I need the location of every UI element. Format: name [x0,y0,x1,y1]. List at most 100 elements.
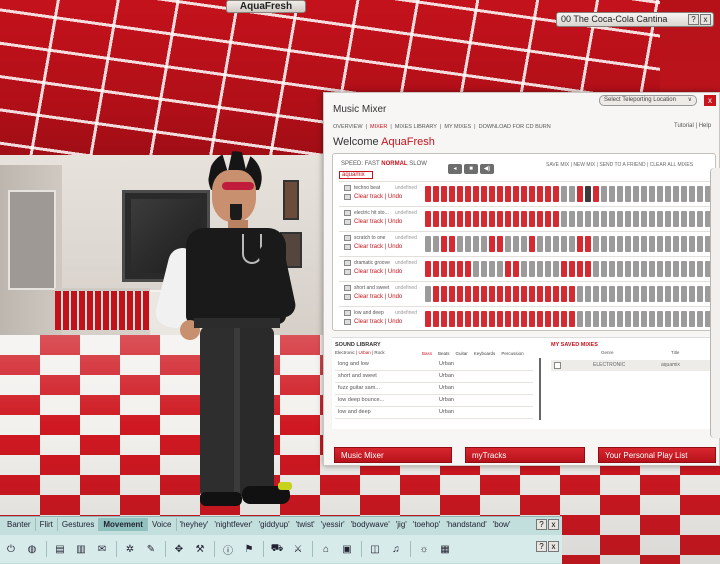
beat-cell[interactable] [537,261,543,277]
undo-link[interactable]: Undo [388,294,402,300]
speech-icon[interactable]: ◫ [368,542,382,556]
beat-cell[interactable] [641,261,647,277]
beat-cell[interactable] [641,236,647,252]
track-delete-icon[interactable] [344,269,351,275]
beat-cell[interactable] [673,311,679,327]
home-icon[interactable]: ⌂ [319,542,333,556]
beat-cell[interactable] [665,211,671,227]
nav-link[interactable]: MY MIXES [444,124,471,130]
icons-close-button[interactable]: x [548,541,559,552]
rewind-icon[interactable]: ◂ [448,164,462,174]
beat-cell[interactable] [577,236,583,252]
track-delete-icon[interactable] [344,219,351,225]
nav-link[interactable]: MIXER [370,124,387,130]
beat-cell[interactable] [697,286,703,302]
beat-cell[interactable] [441,186,447,202]
beat-cell[interactable] [577,211,583,227]
nav-link[interactable]: MIXES LIBRARY [395,124,437,130]
toolbar-help-button[interactable]: ? [536,519,547,530]
beat-cell[interactable] [441,311,447,327]
beat-cell[interactable] [553,211,559,227]
beat-cell[interactable] [601,261,607,277]
beat-cell[interactable] [689,311,695,327]
beat-cell[interactable] [601,211,607,227]
sound-row[interactable]: long and low Urban [335,359,533,371]
beat-cell[interactable] [433,261,439,277]
beat-cell[interactable] [585,211,591,227]
clear-track-link[interactable]: Clear track [354,194,383,200]
gesture-item[interactable]: 'bow' [490,518,514,531]
gesture-item[interactable]: 'handstand' [443,518,489,531]
beat-cell[interactable] [601,236,607,252]
beat-cell[interactable] [665,236,671,252]
beat-cell[interactable] [505,261,511,277]
beat-cell[interactable] [465,261,471,277]
beat-cell[interactable] [569,186,575,202]
beat-cell[interactable] [673,236,679,252]
beat-cell[interactable] [561,236,567,252]
beat-cell[interactable] [513,261,519,277]
beat-cell[interactable] [481,311,487,327]
beat-cell[interactable] [561,261,567,277]
beat-cell[interactable] [577,286,583,302]
beat-cell[interactable] [481,186,487,202]
beat-cell[interactable] [593,236,599,252]
beat-cell[interactable] [481,236,487,252]
beat-cell[interactable] [625,261,631,277]
beat-cell[interactable] [657,186,663,202]
beat-cell[interactable] [513,186,519,202]
beat-cell[interactable] [673,286,679,302]
power-icon[interactable]: ⏻ [4,542,18,556]
beat-cell[interactable] [689,261,695,277]
beat-cell[interactable] [457,261,463,277]
beat-cell[interactable] [465,236,471,252]
gesture-item[interactable]: 'nightfever' [211,518,255,531]
beat-cell[interactable] [641,286,647,302]
beat-cell[interactable] [425,286,431,302]
beat-cell[interactable] [521,236,527,252]
stop-icon[interactable]: ■ [464,164,478,174]
beat-cell[interactable] [489,286,495,302]
beat-cell[interactable] [681,261,687,277]
beat-cell[interactable] [649,236,655,252]
beat-cell[interactable] [577,261,583,277]
beat-cell[interactable] [529,286,535,302]
beat-cell[interactable] [681,211,687,227]
beat-cell[interactable] [513,236,519,252]
beat-cell[interactable] [473,311,479,327]
toolbar-tab[interactable]: Voice [148,518,177,531]
beat-cell[interactable] [649,261,655,277]
beat-cell[interactable] [537,186,543,202]
beat-cell[interactable] [625,236,631,252]
sound-row[interactable]: low and deep Urban [335,407,533,419]
category-filter[interactable]: Percussion [501,351,523,356]
beat-cell[interactable] [433,286,439,302]
toolbar-tab[interactable]: Movement [99,518,148,531]
beat-cell[interactable] [425,236,431,252]
beat-cell[interactable] [441,261,447,277]
beat-cell[interactable] [449,186,455,202]
beat-cell[interactable] [609,261,615,277]
track-edit-icon[interactable] [344,260,351,266]
beat-cell[interactable] [465,186,471,202]
beat-cell[interactable] [673,261,679,277]
beat-cell[interactable] [425,261,431,277]
track-delete-icon[interactable] [344,294,351,300]
gesture-item[interactable]: 'bodywave' [348,518,393,531]
beat-cell[interactable] [601,311,607,327]
beat-cell[interactable] [641,211,647,227]
beat-cell[interactable] [633,261,639,277]
beat-cell[interactable] [689,286,695,302]
beat-cell[interactable] [497,236,503,252]
beat-cell[interactable] [545,211,551,227]
music-mixer-button[interactable]: Music Mixer [334,447,452,463]
beat-cell[interactable] [577,186,583,202]
beat-cell[interactable] [649,211,655,227]
beat-cell[interactable] [473,236,479,252]
beat-cell[interactable] [633,311,639,327]
beat-cell[interactable] [601,186,607,202]
clear-track-link[interactable]: Clear track [354,244,383,250]
beat-cell[interactable] [545,186,551,202]
beat-cell[interactable] [521,186,527,202]
paint-icon[interactable]: ✎ [144,542,158,556]
